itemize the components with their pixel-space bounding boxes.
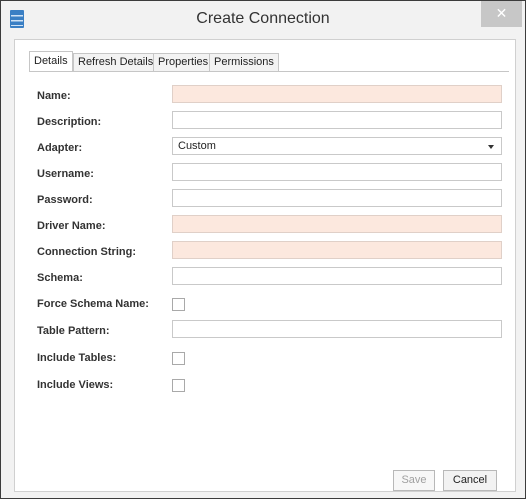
force-schema-name-label: Force Schema Name: — [37, 298, 149, 310]
password-label: Password: — [37, 194, 93, 206]
schema-label: Schema: — [37, 272, 83, 284]
adapter-value: Custom — [178, 140, 216, 152]
adapter-select[interactable]: Custom — [172, 137, 502, 155]
tab-details[interactable]: Details — [29, 51, 73, 72]
cancel-button[interactable]: Cancel — [443, 470, 497, 491]
driver-name-label: Driver Name: — [37, 220, 106, 232]
connection-string-field[interactable] — [172, 241, 502, 259]
include-views-checkbox[interactable] — [172, 379, 185, 392]
dialog-title: Create Connection — [196, 10, 330, 27]
details-form: Name: Description: Adapter: Custom Usern… — [29, 71, 509, 452]
adapter-label: Adapter: — [37, 142, 83, 154]
save-button[interactable]: Save — [393, 470, 435, 491]
driver-name-field[interactable] — [172, 215, 502, 233]
include-tables-label: Include Tables: — [37, 352, 117, 364]
tab-properties[interactable]: Properties — [153, 53, 214, 71]
force-schema-name-checkbox[interactable] — [172, 298, 185, 311]
name-label: Name: — [37, 90, 71, 102]
include-tables-checkbox[interactable] — [172, 352, 185, 365]
username-field[interactable] — [172, 163, 502, 181]
include-views-label: Include Views: — [37, 379, 114, 391]
close-button[interactable]: ✕ — [481, 1, 522, 27]
connection-string-label: Connection String: — [37, 246, 136, 258]
name-field[interactable] — [172, 85, 502, 103]
table-pattern-field[interactable] — [172, 320, 502, 338]
tab-permissions[interactable]: Permissions — [209, 53, 279, 71]
username-label: Username: — [37, 168, 94, 180]
close-icon: ✕ — [495, 5, 508, 21]
create-connection-dialog: Create Connection ✕ Details Refresh Deta… — [0, 0, 526, 499]
schema-field[interactable] — [172, 267, 502, 285]
title-bar[interactable]: Create Connection ✕ — [1, 1, 525, 39]
description-label: Description: — [37, 116, 102, 128]
description-field[interactable] — [172, 111, 502, 129]
tab-refresh-details[interactable]: Refresh Details — [73, 53, 159, 71]
chevron-down-icon — [488, 145, 494, 149]
table-pattern-label: Table Pattern: — [37, 325, 110, 337]
password-field[interactable] — [172, 189, 502, 207]
dialog-panel: Details Refresh Details Properties Permi… — [14, 39, 516, 492]
